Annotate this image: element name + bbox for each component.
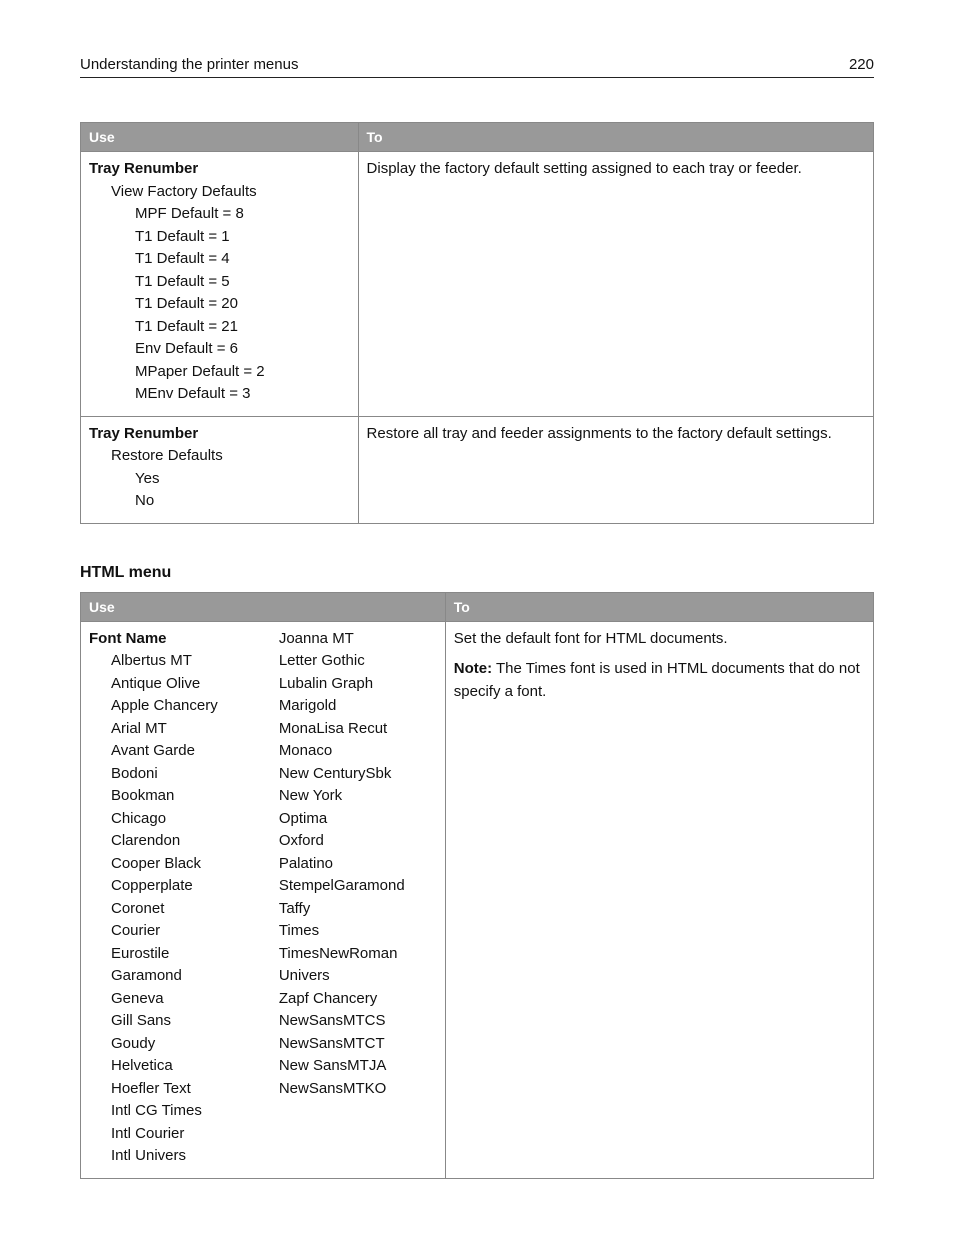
font-item: Intl CG Times [89,1100,263,1123]
font-item: Helvetica [89,1055,263,1078]
table-row: Tray Renumber View Factory Defaults MPF … [81,152,874,417]
font-item: Albertus MT [89,650,263,673]
font-item: Joanna MT [279,628,437,651]
font-item: Optima [279,808,437,831]
use-cell: Tray Renumber View Factory Defaults MPF … [81,152,359,417]
font-item: Arial MT [89,718,263,741]
col-header-to: To [445,592,873,621]
col-header-to: To [358,123,873,152]
list-item: T1 Default = 4 [89,248,350,271]
font-item: Monaco [279,740,437,763]
row-subtitle: Restore Defaults [89,445,350,468]
font-item: Bookman [89,785,263,808]
font-item: Intl Univers [89,1145,263,1168]
font-item: New CenturySbk [279,763,437,786]
table-row: Font Name Albertus MT Antique Olive Appl… [81,621,874,1178]
font-item: Hoefler Text [89,1078,263,1101]
font-item: Eurostile [89,943,263,966]
font-item: Bodoni [89,763,263,786]
font-item: Univers [279,965,437,988]
page-number: 220 [849,56,874,73]
font-item: StempelGaramond [279,875,437,898]
note-text: The Times font is used in HTML documents… [454,660,860,700]
row-title: Tray Renumber [89,158,350,181]
row-title: Tray Renumber [89,423,350,446]
font-item: Garamond [89,965,263,988]
use-cell-col2: Joanna MT Letter Gothic Lubalin Graph Ma… [271,621,445,1178]
list-item: T1 Default = 5 [89,271,350,294]
font-item: Oxford [279,830,437,853]
page: Understanding the printer menus 220 Use … [0,0,954,1259]
to-text: Set the default font for HTML documents. [454,628,865,651]
list-item: T1 Default = 21 [89,316,350,339]
list-item: T1 Default = 1 [89,226,350,249]
page-title: Understanding the printer menus [80,56,298,73]
font-item: Lubalin Graph [279,673,437,696]
font-item: Avant Garde [89,740,263,763]
note-label: Note: [454,660,492,677]
font-item: Apple Chancery [89,695,263,718]
use-cell: Tray Renumber Restore Defaults Yes No [81,416,359,523]
list-item: MPF Default = 8 [89,203,350,226]
col-header-use: Use [81,123,359,152]
font-item: New SansMTJA [279,1055,437,1078]
font-item: Cooper Black [89,853,263,876]
font-item: Goudy [89,1033,263,1056]
section-heading-html-menu: HTML menu [80,564,874,582]
to-cell: Display the factory default setting assi… [358,152,873,417]
font-item: TimesNewRoman [279,943,437,966]
to-cell: Set the default font for HTML documents.… [445,621,873,1178]
list-item: Yes [89,468,350,491]
font-item: Clarendon [89,830,263,853]
font-item: Intl Courier [89,1123,263,1146]
use-cell-col1: Font Name Albertus MT Antique Olive Appl… [81,621,271,1178]
list-item: No [89,490,350,513]
list-item: Env Default = 6 [89,338,350,361]
list-item: T1 Default = 20 [89,293,350,316]
font-item: Copperplate [89,875,263,898]
to-cell: Restore all tray and feeder assignments … [358,416,873,523]
list-item: MEnv Default = 3 [89,383,350,406]
font-item: Geneva [89,988,263,1011]
font-item: NewSansMTCS [279,1010,437,1033]
font-item: New York [279,785,437,808]
font-item: MonaLisa Recut [279,718,437,741]
table-row: Tray Renumber Restore Defaults Yes No Re… [81,416,874,523]
font-item: Marigold [279,695,437,718]
font-item: Letter Gothic [279,650,437,673]
row-title: Font Name [89,628,263,651]
font-item: Gill Sans [89,1010,263,1033]
note: Note: The Times font is used in HTML doc… [454,658,865,703]
html-menu-table: Use To Font Name Albertus MT Antique Oli… [80,592,874,1179]
tray-renumber-table: Use To Tray Renumber View Factory Defaul… [80,122,874,524]
font-item: Coronet [89,898,263,921]
font-item: Chicago [89,808,263,831]
font-item: Antique Olive [89,673,263,696]
font-item: Times [279,920,437,943]
list-item: MPaper Default = 2 [89,361,350,384]
col-header-use: Use [81,592,446,621]
page-header: Understanding the printer menus 220 [80,56,874,78]
font-item: Zapf Chancery [279,988,437,1011]
font-item: Courier [89,920,263,943]
font-item: Taffy [279,898,437,921]
row-subtitle: View Factory Defaults [89,181,350,204]
font-item: Palatino [279,853,437,876]
font-item: NewSansMTKO [279,1078,437,1101]
font-item: NewSansMTCT [279,1033,437,1056]
